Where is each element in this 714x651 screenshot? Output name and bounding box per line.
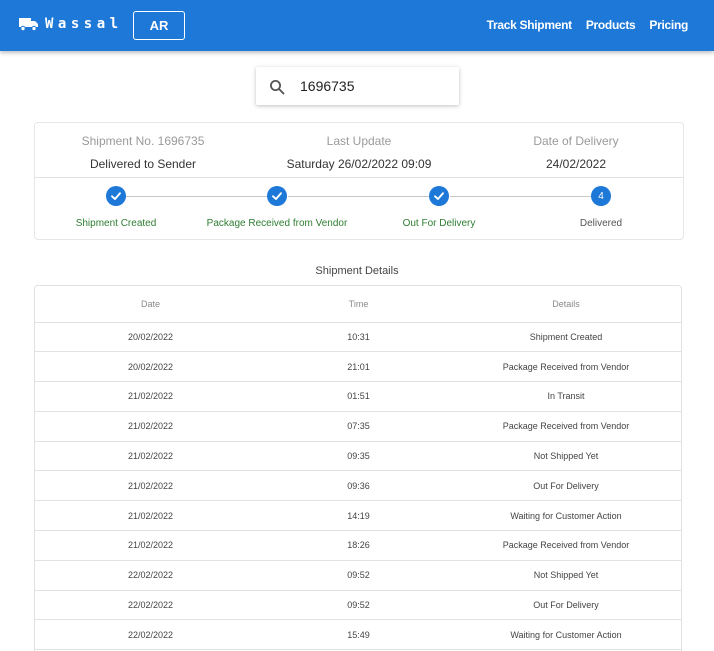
search-box — [256, 67, 459, 105]
shipment-summary-card: Shipment No. 1696735 Delivered to Sender… — [34, 122, 684, 240]
table-row: 21/02/2022 07:35 Package Received from Ven… — [35, 411, 681, 442]
cell-time: 01:51 — [266, 381, 451, 412]
delivery-date-label: Date of Delivery — [533, 134, 619, 148]
table-row: 21/02/2022 09:36 Out For Delivery — [35, 470, 681, 502]
search-icon[interactable] — [269, 79, 285, 95]
delivery-date-value: 24/02/2022 — [545, 157, 607, 171]
cell-date: 21/02/2022 — [35, 530, 266, 561]
table-row: 21/02/2022 09:35 Not Shipped Yet — [35, 441, 681, 472]
cell-date: 21/02/2022 — [35, 381, 266, 412]
column-header-details: Details — [451, 286, 681, 323]
cell-details: In Transit — [451, 381, 681, 412]
cell-details: Shipment Created — [451, 322, 681, 353]
step-2-check-icon — [267, 186, 287, 206]
progress-connector — [288, 196, 429, 197]
step-2-label: Package Received from Vendor — [206, 218, 348, 229]
top-navbar: Wassal AR Track Shipment Products Pricin… — [0, 0, 714, 51]
table-row: 20/02/2022 10:31 Shipment Created — [35, 322, 681, 353]
column-header-time: Time — [266, 286, 451, 323]
brand-name: Wassal — [45, 16, 123, 32]
shipment-number-column: Shipment No. 1696735 Delivered to Sender — [35, 134, 251, 171]
main-nav: Track Shipment Products Pricing — [487, 18, 689, 32]
last-update-value: Saturday 26/02/2022 09:09 — [286, 157, 432, 171]
last-update-column: Last Update Saturday 26/02/2022 09:09 — [251, 134, 467, 171]
last-update-label: Last Update — [326, 134, 392, 148]
nav-products[interactable]: Products — [586, 18, 636, 32]
shipment-details-title: Shipment Details — [315, 265, 399, 277]
cell-time: 07:35 — [266, 411, 451, 442]
cell-details: Out For Delivery — [451, 590, 681, 621]
cell-date: 22/02/2022 — [35, 560, 266, 591]
cell-date: 22/02/2022 — [35, 590, 266, 621]
table-row: 22/02/2022 15:49 Waiting for Customer Acti… — [35, 619, 681, 651]
table-header-row: Date Time Details — [35, 286, 681, 323]
progress-connector — [450, 196, 591, 197]
language-toggle-button[interactable]: AR — [133, 11, 185, 40]
cell-time: 15:49 — [266, 619, 451, 651]
delivery-date-column: Date of Delivery 24/02/2022 — [468, 134, 684, 171]
cell-details: Out For Delivery — [451, 470, 681, 502]
shipment-number-label: Shipment No. 1696735 — [81, 134, 205, 148]
table-row: 21/02/2022 14:19 Waiting for Customer Acti… — [35, 500, 681, 532]
cell-time: 21:01 — [266, 351, 451, 383]
cell-details: Not Shipped Yet — [451, 441, 681, 472]
cell-details: Package Received from Vendor — [451, 351, 681, 383]
cell-details: Package Received from Vendor — [451, 411, 681, 442]
table-row: 22/02/2022 09:52 Not Shipped Yet — [35, 560, 681, 591]
shipment-status-value: Delivered to Sender — [89, 157, 197, 171]
summary-info-row: Shipment No. 1696735 Delivered to Sender… — [35, 123, 683, 178]
step-3-label: Out For Delivery — [402, 218, 476, 229]
nav-track-shipment[interactable]: Track Shipment — [487, 18, 572, 32]
cell-details: Package Received from Vendor — [451, 530, 681, 561]
cell-details: Not Shipped Yet — [451, 560, 681, 591]
cell-details: Waiting for Customer Action — [451, 619, 681, 651]
cell-time: 09:52 — [266, 590, 451, 621]
table-row: 21/02/2022 18:26 Package Received from Ven… — [35, 530, 681, 561]
cell-time: 09:52 — [266, 560, 451, 591]
truck-icon — [19, 17, 39, 32]
cell-date: 21/02/2022 — [35, 411, 266, 442]
cell-time: 09:36 — [266, 470, 451, 502]
step-1-check-icon — [106, 186, 126, 206]
cell-date: 20/02/2022 — [35, 351, 266, 383]
table-row: 21/02/2022 01:51 In Transit — [35, 381, 681, 412]
nav-pricing[interactable]: Pricing — [649, 18, 688, 32]
cell-date: 22/02/2022 — [35, 619, 266, 651]
brand-logo[interactable]: Wassal — [19, 16, 123, 32]
cell-time: 10:31 — [266, 322, 451, 353]
step-1-label: Shipment Created — [75, 218, 157, 229]
table-row: 20/02/2022 21:01 Package Received from Ven… — [35, 351, 681, 383]
cell-date: 20/02/2022 — [35, 322, 266, 353]
cell-time: 14:19 — [266, 500, 451, 532]
cell-date: 21/02/2022 — [35, 500, 266, 532]
cell-date: 21/02/2022 — [35, 441, 266, 472]
shipment-progress-tracker: 4 Shipment Created Package Received from… — [35, 179, 683, 241]
column-header-date: Date — [35, 286, 266, 323]
search-input[interactable] — [300, 76, 450, 96]
progress-connector — [126, 196, 267, 197]
cell-date: 21/02/2022 — [35, 470, 266, 502]
cell-time: 09:35 — [266, 441, 451, 472]
step-4-label: Delivered — [579, 218, 623, 229]
table-row: 22/02/2022 09:52 Out For Delivery — [35, 590, 681, 621]
shipment-details-table: Date Time Details 20/02/2022 10:31 Shipmen… — [34, 285, 682, 651]
step-3-check-icon — [429, 186, 449, 206]
step-4-number: 4 — [591, 186, 611, 206]
cell-time: 18:26 — [266, 530, 451, 561]
cell-details: Waiting for Customer Action — [451, 500, 681, 532]
